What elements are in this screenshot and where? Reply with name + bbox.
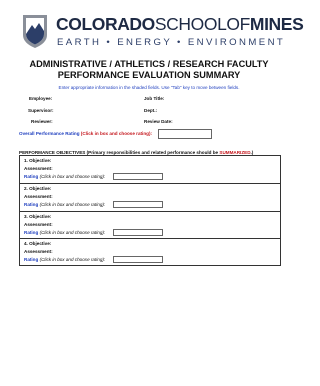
- rating-select[interactable]: [113, 201, 163, 208]
- rating-label: Rating (Click in box and choose rating):: [24, 257, 106, 262]
- rating-label: Rating (Click in box and choose rating):: [24, 202, 106, 207]
- rating-select[interactable]: [113, 173, 163, 180]
- objective-row: 1. Objective: Assessment: Rating (Click …: [20, 156, 280, 184]
- form-title-line1: ADMINISTRATIVE / ATHLETICS / RESEARCH FA…: [29, 59, 269, 69]
- job-title-field[interactable]: [170, 96, 260, 102]
- rating-select[interactable]: [113, 256, 163, 263]
- rating-select[interactable]: [113, 229, 163, 236]
- logo-wordmark: COLORADOSCHOOLOFMINES: [56, 14, 304, 34]
- mountain-shield-icon: [23, 15, 47, 48]
- objective-row: 2. Objective: Assessment: Rating (Click …: [20, 184, 280, 212]
- review-date-label: Review Date:: [144, 119, 173, 124]
- logo-tagline: EARTH • ENERGY • ENVIRONMENT: [57, 37, 286, 48]
- review-date-field[interactable]: [178, 119, 260, 125]
- objective-label: 4. Objective:: [24, 241, 52, 246]
- objective-label: 1. Objective:: [24, 158, 52, 163]
- supervisor-label: Supervisor:: [28, 108, 54, 113]
- school-logo: COLORADOSCHOOLOFMINES EARTH • ENERGY • E…: [20, 13, 304, 55]
- objectives-table: 1. Objective: Assessment: Rating (Click …: [19, 155, 281, 266]
- reviewer-field[interactable]: [57, 119, 127, 125]
- rating-label: Rating (Click in box and choose rating):: [24, 230, 106, 235]
- reviewer-label: Reviewer:: [31, 119, 53, 124]
- assessment-label: Assessment:: [24, 222, 53, 227]
- objective-label: 2. Objective:: [24, 186, 52, 191]
- objective-row: 4. Objective: Assessment: Rating (Click …: [20, 239, 280, 267]
- instructions-text: Enter appropriate information in the sha…: [58, 85, 240, 90]
- rating-label: Rating (Click in box and choose rating):: [24, 174, 106, 179]
- form-title-line2: PERFORMANCE EVALUATION SUMMARY: [57, 70, 241, 80]
- assessment-label: Assessment:: [24, 249, 53, 254]
- objective-row: 3. Objective: Assessment: Rating (Click …: [20, 212, 280, 239]
- employee-label: Employee:: [29, 96, 53, 101]
- overall-rating-label: Overall Performance Rating (Click in box…: [19, 131, 153, 136]
- dept-field[interactable]: [170, 108, 260, 114]
- job-title-label: Job Title:: [144, 96, 165, 101]
- supervisor-field[interactable]: [57, 108, 127, 114]
- overall-rating-select[interactable]: [158, 129, 212, 139]
- assessment-label: Assessment:: [24, 166, 53, 171]
- assessment-label: Assessment:: [24, 194, 53, 199]
- objective-label: 3. Objective:: [24, 214, 52, 219]
- dept-label: Dept.:: [144, 108, 158, 113]
- employee-field[interactable]: [57, 96, 127, 102]
